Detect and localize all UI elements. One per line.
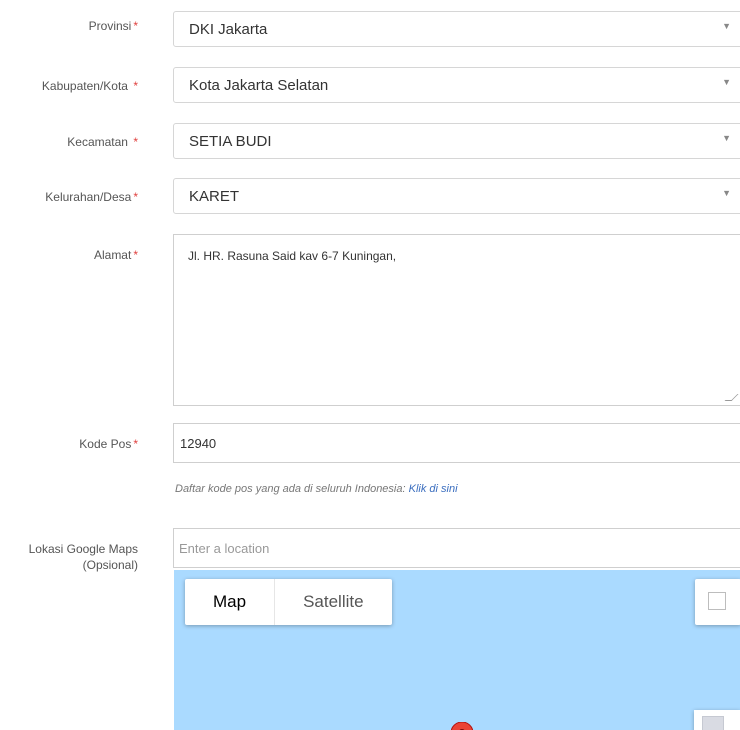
kodepos-input[interactable]: 12940 [173, 423, 740, 463]
required-marker: * [133, 79, 138, 93]
required-marker: * [133, 190, 138, 204]
alamat-textarea[interactable]: Jl. HR. Rasuna Said kav 6-7 Kuningan, [173, 234, 740, 406]
maps-label-line2: (Opsional) [82, 558, 138, 572]
caret-down-icon: ▼ [722, 188, 731, 198]
location-placeholder: Enter a location [179, 541, 270, 556]
kabupaten-select[interactable]: Kota Jakarta Selatan ▼ [173, 67, 740, 103]
provinsi-value: DKI Jakarta [189, 21, 268, 38]
kecamatan-label: Kecamatan * [67, 135, 138, 149]
kelurahan-value: KARET [189, 188, 240, 205]
kabupaten-value: Kota Jakarta Selatan [189, 77, 329, 94]
caret-down-icon: ▼ [722, 133, 731, 143]
street-view-button[interactable] [694, 710, 740, 730]
required-marker: * [133, 19, 138, 33]
caret-down-icon: ▼ [722, 21, 731, 31]
provinsi-select[interactable]: DKI Jakarta ▼ [173, 11, 740, 47]
required-marker: * [133, 437, 138, 451]
caret-down-icon: ▼ [722, 77, 731, 87]
resize-handle-icon[interactable] [724, 394, 739, 401]
kelurahan-label: Kelurahan/Desa * [45, 190, 138, 204]
kodepos-help-link[interactable]: Klik di sini [409, 483, 458, 495]
kelurahan-select[interactable]: KARET ▼ [173, 178, 740, 214]
maps-label-line1: Lokasi Google Maps [28, 542, 138, 556]
required-marker: * [133, 248, 138, 262]
provinsi-label: Provinsi * [88, 19, 138, 33]
google-map[interactable]: Map Satellite [174, 570, 740, 730]
map-type-satellite-button[interactable]: Satellite [274, 579, 391, 625]
kabupaten-label: Kabupaten/Kota * [41, 79, 138, 93]
alamat-label: Alamat * [93, 248, 138, 262]
location-search-input[interactable]: Enter a location [173, 528, 740, 568]
fullscreen-button[interactable] [695, 579, 740, 625]
map-marker-icon[interactable] [451, 722, 473, 730]
kodepos-label: Kode Pos * [79, 437, 138, 451]
kodepos-help-text: Daftar kode pos yang ada di seluruh Indo… [175, 483, 409, 495]
kecamatan-select[interactable]: SETIA BUDI ▼ [173, 123, 740, 159]
street-view-icon [702, 716, 724, 730]
fullscreen-icon [708, 592, 726, 610]
map-type-control: Map Satellite [185, 579, 392, 625]
map-type-map-button[interactable]: Map [185, 579, 274, 625]
kodepos-help: Daftar kode pos yang ada di seluruh Indo… [175, 483, 458, 495]
maps-label: Lokasi Google Maps (Opsional) [29, 541, 138, 573]
kodepos-value: 12940 [180, 436, 217, 451]
alamat-value: Jl. HR. Rasuna Said kav 6-7 Kuningan, [188, 249, 397, 263]
required-marker: * [133, 135, 138, 149]
kecamatan-value: SETIA BUDI [189, 133, 272, 150]
